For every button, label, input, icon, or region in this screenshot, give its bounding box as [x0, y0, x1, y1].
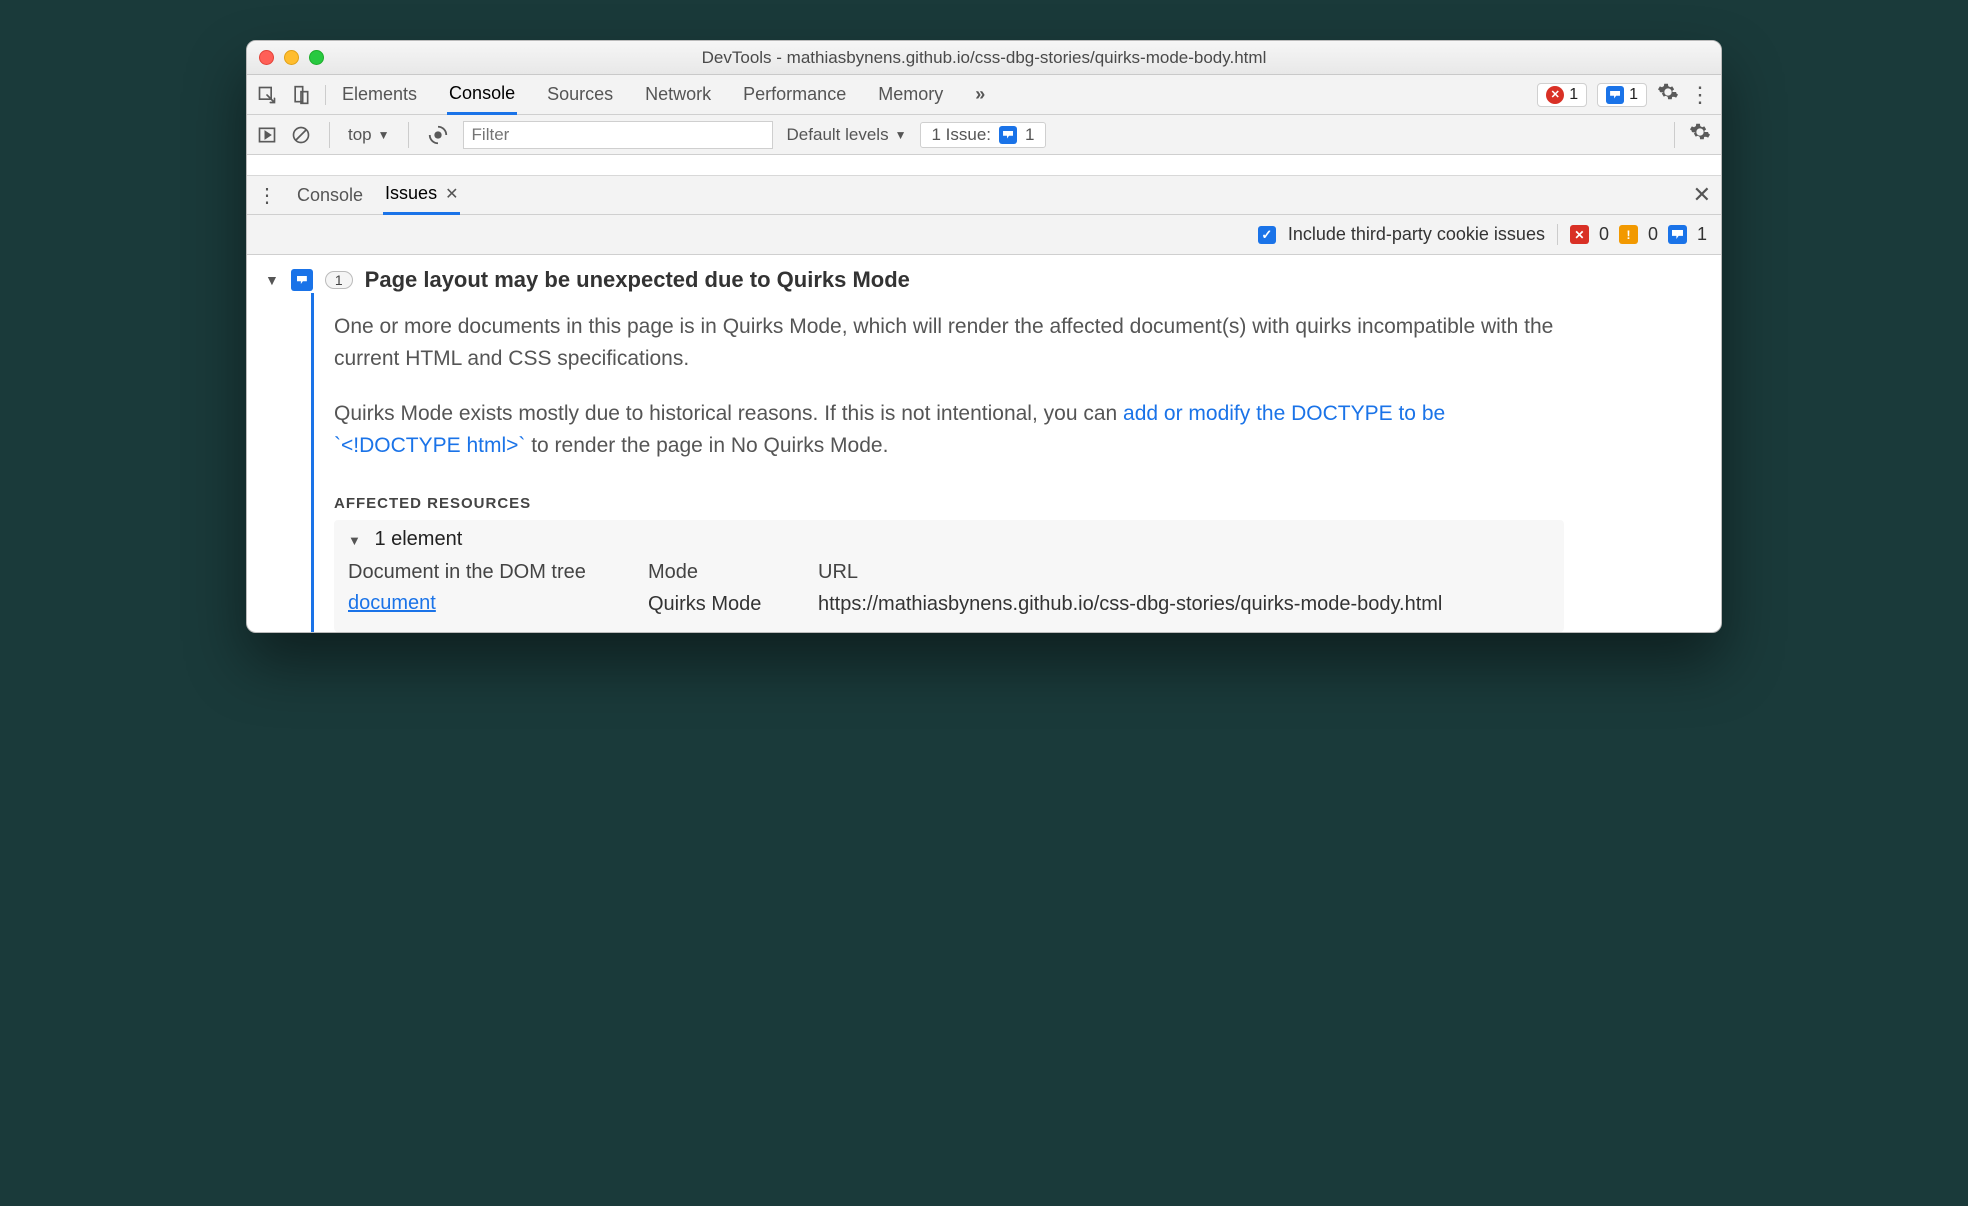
- expand-icon[interactable]: ▼: [348, 533, 361, 548]
- info-category-count: 1: [1697, 224, 1707, 245]
- inspect-icon[interactable]: [257, 85, 277, 105]
- drawer-menu-icon[interactable]: ⋮: [257, 183, 277, 208]
- drawer-tab-console[interactable]: Console: [297, 175, 363, 215]
- issue-content: One or more documents in this page is in…: [311, 293, 1703, 632]
- drawer-tabbar: ⋮ Console Issues ✕ ✕: [247, 175, 1721, 215]
- devtools-window: DevTools - mathiasbynens.github.io/css-d…: [246, 40, 1722, 633]
- close-tab-icon[interactable]: ✕: [445, 184, 458, 204]
- traffic-lights: [259, 50, 324, 65]
- col-header-url: URL: [818, 561, 1550, 584]
- more-menu-icon[interactable]: ⋮: [1689, 82, 1711, 108]
- clear-console-icon[interactable]: [291, 125, 311, 145]
- log-levels-select[interactable]: Default levels ▼: [787, 125, 907, 145]
- info-category-icon: [1668, 225, 1687, 244]
- context-select[interactable]: top ▼: [348, 125, 390, 145]
- settings-icon[interactable]: [1657, 81, 1679, 108]
- dropdown-icon: ▼: [895, 128, 907, 142]
- checkbox-label: Include third-party cookie issues: [1288, 224, 1545, 245]
- error-category-icon: [1570, 225, 1589, 244]
- issue-icon: [999, 126, 1017, 144]
- filter-input[interactable]: [463, 121, 773, 149]
- tab-memory[interactable]: Memory: [876, 75, 945, 115]
- issue-icon: [1606, 86, 1624, 104]
- document-link[interactable]: document: [348, 592, 648, 615]
- error-count-chip[interactable]: 1: [1537, 83, 1587, 107]
- minimize-window-icon[interactable]: [284, 50, 299, 65]
- console-settings-icon[interactable]: [1689, 121, 1711, 148]
- issue-type-icon: [291, 269, 313, 291]
- col-header-mode: Mode: [648, 561, 818, 584]
- tab-network[interactable]: Network: [643, 75, 713, 115]
- issue-paragraph: One or more documents in this page is in…: [334, 311, 1574, 374]
- issue-counts: 0 0 1: [1557, 224, 1707, 245]
- issue-shortcut[interactable]: 1 Issue: 1: [920, 122, 1045, 148]
- close-drawer-icon[interactable]: ✕: [1693, 182, 1711, 207]
- issue-header[interactable]: ▼ 1 Page layout may be unexpected due to…: [265, 267, 1703, 293]
- toggle-sidebar-icon[interactable]: [257, 125, 277, 145]
- issue-title: Page layout may be unexpected due to Qui…: [365, 267, 910, 293]
- live-expression-icon[interactable]: [427, 124, 449, 146]
- dropdown-icon: ▼: [378, 128, 390, 142]
- affected-resources-header: AFFECTED RESOURCES: [334, 495, 1703, 512]
- close-window-icon[interactable]: [259, 50, 274, 65]
- tab-sources[interactable]: Sources: [545, 75, 615, 115]
- maximize-window-icon[interactable]: [309, 50, 324, 65]
- issue-count-pill: 1: [325, 271, 353, 289]
- issue-paragraph: Quirks Mode exists mostly due to histori…: [334, 398, 1574, 461]
- url-value: https://mathiasbynens.github.io/css-dbg-…: [818, 592, 1550, 618]
- main-tabbar: Elements Console Sources Network Perform…: [247, 75, 1721, 115]
- expand-icon[interactable]: ▼: [265, 272, 279, 288]
- col-header-document: Document in the DOM tree: [348, 561, 648, 584]
- tabs-overflow[interactable]: »: [973, 75, 987, 115]
- issues-panel: ▼ 1 Page layout may be unexpected due to…: [247, 255, 1721, 632]
- window-titlebar: DevTools - mathiasbynens.github.io/css-d…: [247, 41, 1721, 75]
- error-icon: [1546, 86, 1564, 104]
- issue-count-chip[interactable]: 1: [1597, 83, 1647, 107]
- window-title: DevTools - mathiasbynens.github.io/css-d…: [247, 48, 1721, 68]
- device-toolbar-icon[interactable]: [291, 85, 311, 105]
- mode-value: Quirks Mode: [648, 592, 818, 618]
- issues-toolbar: ✓ Include third-party cookie issues 0 0 …: [247, 215, 1721, 255]
- checkbox-third-party[interactable]: ✓: [1258, 226, 1276, 244]
- affected-resources-box: ▼ 1 element Document in the DOM tree doc…: [334, 520, 1564, 632]
- error-category-count: 0: [1599, 224, 1609, 245]
- tab-elements[interactable]: Elements: [340, 75, 419, 115]
- warning-category-icon: [1619, 225, 1638, 244]
- warning-category-count: 0: [1648, 224, 1658, 245]
- tab-performance[interactable]: Performance: [741, 75, 848, 115]
- resources-table: Document in the DOM tree document Mode Q…: [348, 561, 1550, 618]
- console-toolbar: top ▼ Default levels ▼ 1 Issue: 1: [247, 115, 1721, 155]
- drawer-tab-issues[interactable]: Issues ✕: [383, 175, 460, 215]
- tab-console[interactable]: Console: [447, 75, 517, 115]
- element-count-row[interactable]: ▼ 1 element: [348, 528, 1550, 551]
